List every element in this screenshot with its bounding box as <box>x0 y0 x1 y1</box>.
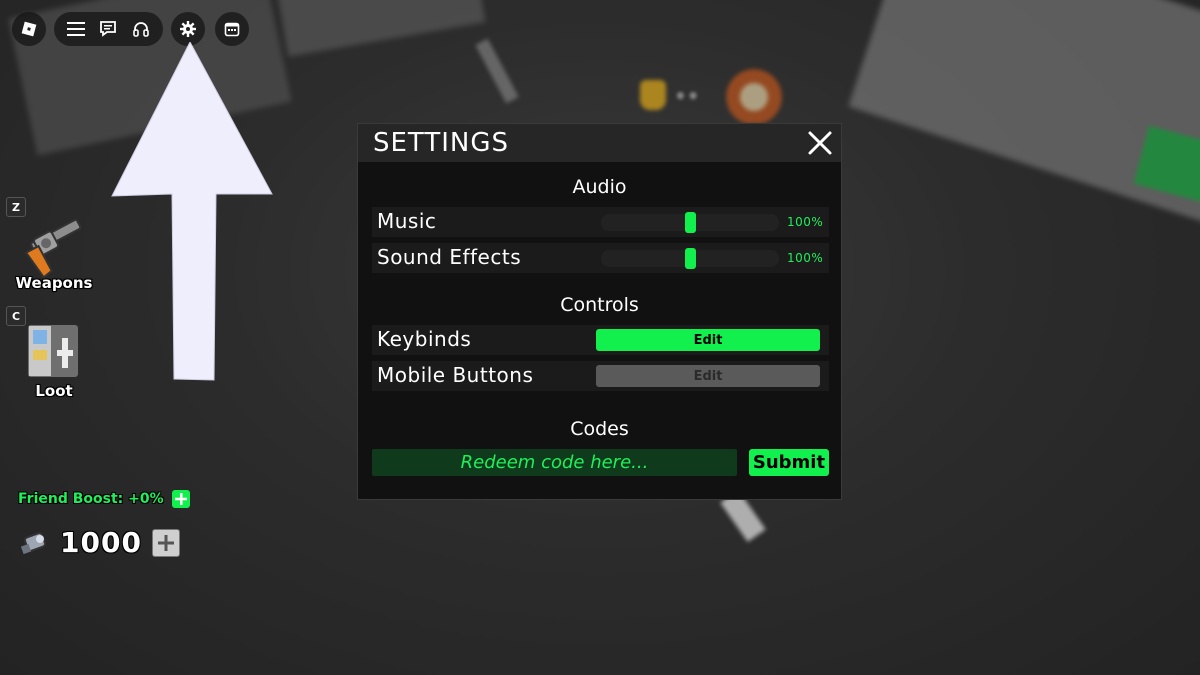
player-avatar <box>722 64 786 124</box>
sound-effects-row: Sound Effects 100% <box>372 243 829 273</box>
roblox-menu-button[interactable] <box>12 12 46 46</box>
up-arrow-annotation <box>111 42 273 381</box>
friend-boost-text: Friend Boost: +0% <box>18 491 164 507</box>
submit-button[interactable]: Submit <box>749 449 829 476</box>
loot-chest-icon <box>26 323 80 379</box>
roblox-logo-icon <box>17 17 41 41</box>
settings-panel: SETTINGS Audio Music 100% Sound Effects … <box>357 123 842 500</box>
sound-effects-label: Sound Effects <box>377 245 522 269</box>
plus-icon <box>157 534 174 551</box>
friend-boost: Friend Boost: +0% <box>18 490 190 508</box>
menu-icon[interactable] <box>64 17 88 41</box>
music-value: 100% <box>787 215 824 229</box>
controls-heading: Controls <box>560 294 639 316</box>
trophy-icon <box>640 80 666 110</box>
topbar-group <box>54 12 163 46</box>
sound-effects-value: 100% <box>787 251 824 265</box>
weapons-label: Weapons <box>15 274 93 292</box>
plus-icon <box>174 493 187 505</box>
weapons-button[interactable]: Weapons <box>14 208 94 292</box>
settings-button[interactable] <box>171 12 205 46</box>
currency-add-button[interactable] <box>151 528 180 557</box>
music-slider[interactable] <box>601 212 779 233</box>
calendar-icon <box>220 17 244 41</box>
currency-icon <box>20 531 47 554</box>
close-icon[interactable] <box>807 130 833 156</box>
mobile-buttons-label: Mobile Buttons <box>377 363 534 387</box>
music-row: Music 100% <box>372 207 829 237</box>
keybinds-edit-button[interactable]: Edit <box>596 329 820 351</box>
headset-icon[interactable] <box>129 17 153 41</box>
gear-icon <box>176 17 200 41</box>
chat-icon[interactable] <box>96 17 120 41</box>
music-label: Music <box>377 209 437 233</box>
currency-display: 1000 <box>20 526 180 559</box>
sound-effects-slider[interactable] <box>601 248 779 269</box>
background-scenery <box>848 0 1200 224</box>
friend-boost-add-button[interactable] <box>171 490 190 508</box>
redeem-code-input[interactable] <box>372 449 737 476</box>
audio-heading: Audio <box>572 176 627 198</box>
codes-heading: Codes <box>570 418 629 440</box>
loot-button[interactable]: Loot <box>14 320 94 400</box>
calendar-button[interactable] <box>215 12 249 46</box>
settings-header: SETTINGS <box>358 124 841 162</box>
settings-title: SETTINGS <box>373 128 510 158</box>
loot-label: Loot <box>35 382 73 400</box>
keybinds-row: Keybinds Edit <box>372 325 829 355</box>
music-slider-handle[interactable] <box>685 212 696 233</box>
background-scenery: •• <box>674 84 700 108</box>
sound-effects-slider-handle[interactable] <box>685 248 696 269</box>
background-scenery <box>274 0 486 57</box>
currency-value: 1000 <box>60 526 142 559</box>
mobile-buttons-edit-button[interactable]: Edit <box>596 365 820 387</box>
background-scenery <box>475 38 519 104</box>
mobile-buttons-row: Mobile Buttons Edit <box>372 361 829 391</box>
revolver-icon <box>24 218 82 279</box>
keybinds-label: Keybinds <box>377 327 472 351</box>
